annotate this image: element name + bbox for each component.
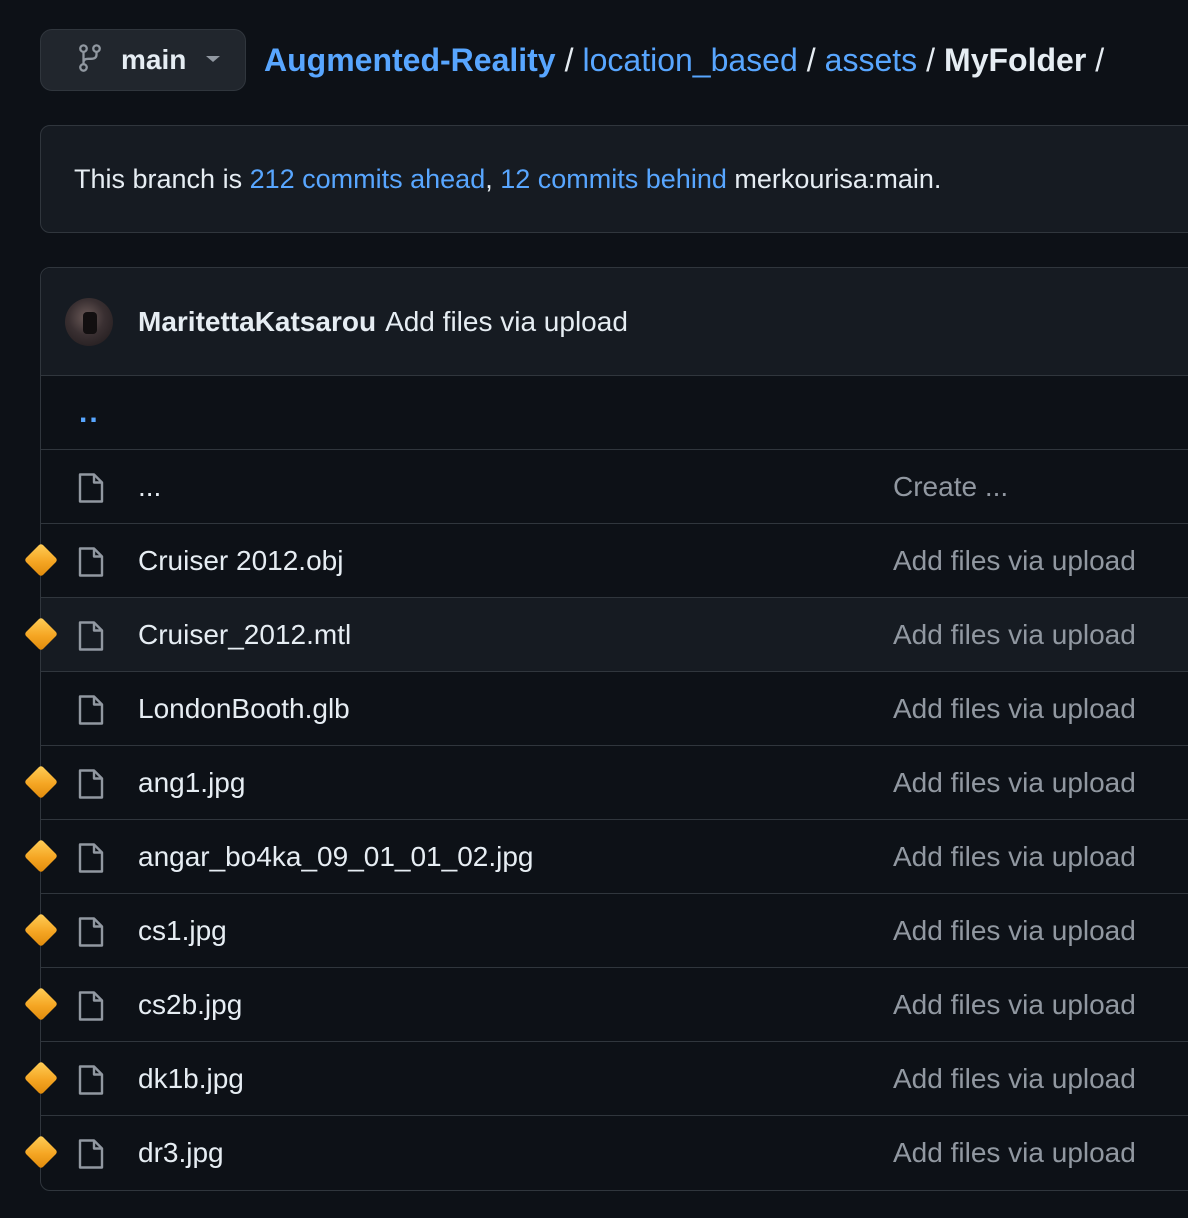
- file-commit-message-link[interactable]: Add files via upload: [893, 1063, 1136, 1095]
- file-commit-message-link[interactable]: Add files via upload: [893, 1137, 1136, 1169]
- file-commit-message-link[interactable]: Add files via upload: [893, 767, 1136, 799]
- branch-name: main: [121, 44, 187, 75]
- file-name-link[interactable]: ...: [138, 471, 161, 503]
- file-name-link[interactable]: cs2b.jpg: [138, 989, 242, 1021]
- file-row[interactable]: Cruiser 2012.obj Add files via upload: [24, 524, 1188, 598]
- diamond-marker-icon: [24, 839, 58, 873]
- branch-status-suffix: merkourisa:main.: [726, 163, 942, 194]
- file-icon: [77, 916, 105, 953]
- file-row[interactable]: dr3.jpg Add files via upload: [24, 1116, 1188, 1190]
- breadcrumb-current-folder: MyFolder: [944, 41, 1087, 78]
- commits-behind-link[interactable]: 12 commits behind: [500, 164, 727, 195]
- file-row[interactable]: Cruiser_2012.mtl Add files via upload: [24, 598, 1188, 672]
- file-row[interactable]: dk1b.jpg Add files via upload: [24, 1042, 1188, 1116]
- file-commit-message-link[interactable]: Create ...: [893, 471, 1008, 503]
- file-row[interactable]: LondonBooth.glb Add files via upload: [41, 672, 1188, 746]
- file-name-link[interactable]: LondonBooth.glb: [138, 693, 350, 725]
- diamond-marker-icon: [24, 913, 58, 947]
- breadcrumb-separator: /: [926, 41, 936, 78]
- file-commit-message-link[interactable]: Add files via upload: [893, 915, 1136, 947]
- file-commit-message-link[interactable]: Add files via upload: [893, 693, 1136, 725]
- diamond-marker-icon: [24, 987, 58, 1021]
- diamond-marker-icon: [24, 1061, 58, 1095]
- file-name-link[interactable]: dk1b.jpg: [138, 1063, 244, 1095]
- branch-selector-button[interactable]: main: [40, 29, 246, 91]
- file-commit-message-link[interactable]: Add files via upload: [893, 841, 1136, 873]
- diamond-marker-icon: [24, 617, 58, 651]
- file-name-link[interactable]: cs1.jpg: [138, 915, 227, 947]
- breadcrumb-separator: /: [806, 41, 816, 78]
- file-icon: [77, 620, 105, 657]
- parent-directory-link[interactable]: ..: [79, 396, 100, 430]
- breadcrumb-repo-link[interactable]: Augmented-Reality: [264, 42, 556, 79]
- file-name-link[interactable]: Cruiser 2012.obj: [138, 545, 343, 577]
- file-name-link[interactable]: ang1.jpg: [138, 767, 245, 799]
- branch-status-banner: This branch is 212 commits ahead , 12 co…: [40, 125, 1188, 233]
- file-icon: [77, 1064, 105, 1101]
- caret-down-icon: [204, 51, 222, 69]
- breadcrumb-separator: /: [564, 41, 574, 78]
- commit-author[interactable]: MaritettaKatsarou: [138, 306, 376, 338]
- file-listing: MaritettaKatsarou Add files via upload .…: [24, 267, 1188, 1191]
- branch-status-prefix: This branch is: [74, 163, 250, 194]
- file-commit-message-link[interactable]: Add files via upload: [893, 619, 1136, 651]
- file-icon: [77, 842, 105, 879]
- file-commit-message-link[interactable]: Add files via upload: [893, 545, 1136, 577]
- git-branch-icon: [77, 43, 103, 78]
- breadcrumb-separator: /: [1095, 41, 1105, 78]
- breadcrumb-assets-link[interactable]: assets: [825, 42, 917, 79]
- file-name-link[interactable]: Cruiser_2012.mtl: [138, 619, 351, 651]
- diamond-marker-icon: [24, 1135, 58, 1169]
- top-bar: main Augmented-Reality / location_based …: [40, 28, 1113, 92]
- file-icon: [77, 546, 105, 583]
- diamond-marker-icon: [24, 765, 58, 799]
- file-icon: [77, 768, 105, 805]
- file-commit-message-link[interactable]: Add files via upload: [893, 989, 1136, 1021]
- breadcrumb-location-based-link[interactable]: location_based: [582, 42, 797, 79]
- file-row[interactable]: cs1.jpg Add files via upload: [24, 894, 1188, 968]
- file-row[interactable]: ang1.jpg Add files via upload: [24, 746, 1188, 820]
- commit-message[interactable]: Add files via upload: [385, 306, 628, 338]
- parent-directory-row[interactable]: ..: [41, 376, 1188, 450]
- file-name-link[interactable]: angar_bo4ka_09_01_01_02.jpg: [138, 841, 534, 873]
- latest-commit-row: MaritettaKatsarou Add files via upload: [41, 268, 1188, 376]
- file-row[interactable]: ... Create ...: [41, 450, 1188, 524]
- diamond-marker-icon: [24, 543, 58, 577]
- file-icon: [77, 1138, 105, 1175]
- file-row[interactable]: cs2b.jpg Add files via upload: [24, 968, 1188, 1042]
- file-icon: [77, 990, 105, 1027]
- file-name-link[interactable]: dr3.jpg: [138, 1137, 224, 1169]
- breadcrumb: Augmented-Reality / location_based / ass…: [264, 42, 1113, 79]
- file-row[interactable]: angar_bo4ka_09_01_01_02.jpg Add files via…: [24, 820, 1188, 894]
- file-icon: [77, 694, 105, 731]
- avatar[interactable]: [65, 297, 113, 346]
- branch-status-comma: ,: [485, 163, 501, 194]
- commits-ahead-link[interactable]: 212 commits ahead: [250, 164, 486, 195]
- file-icon: [77, 472, 105, 509]
